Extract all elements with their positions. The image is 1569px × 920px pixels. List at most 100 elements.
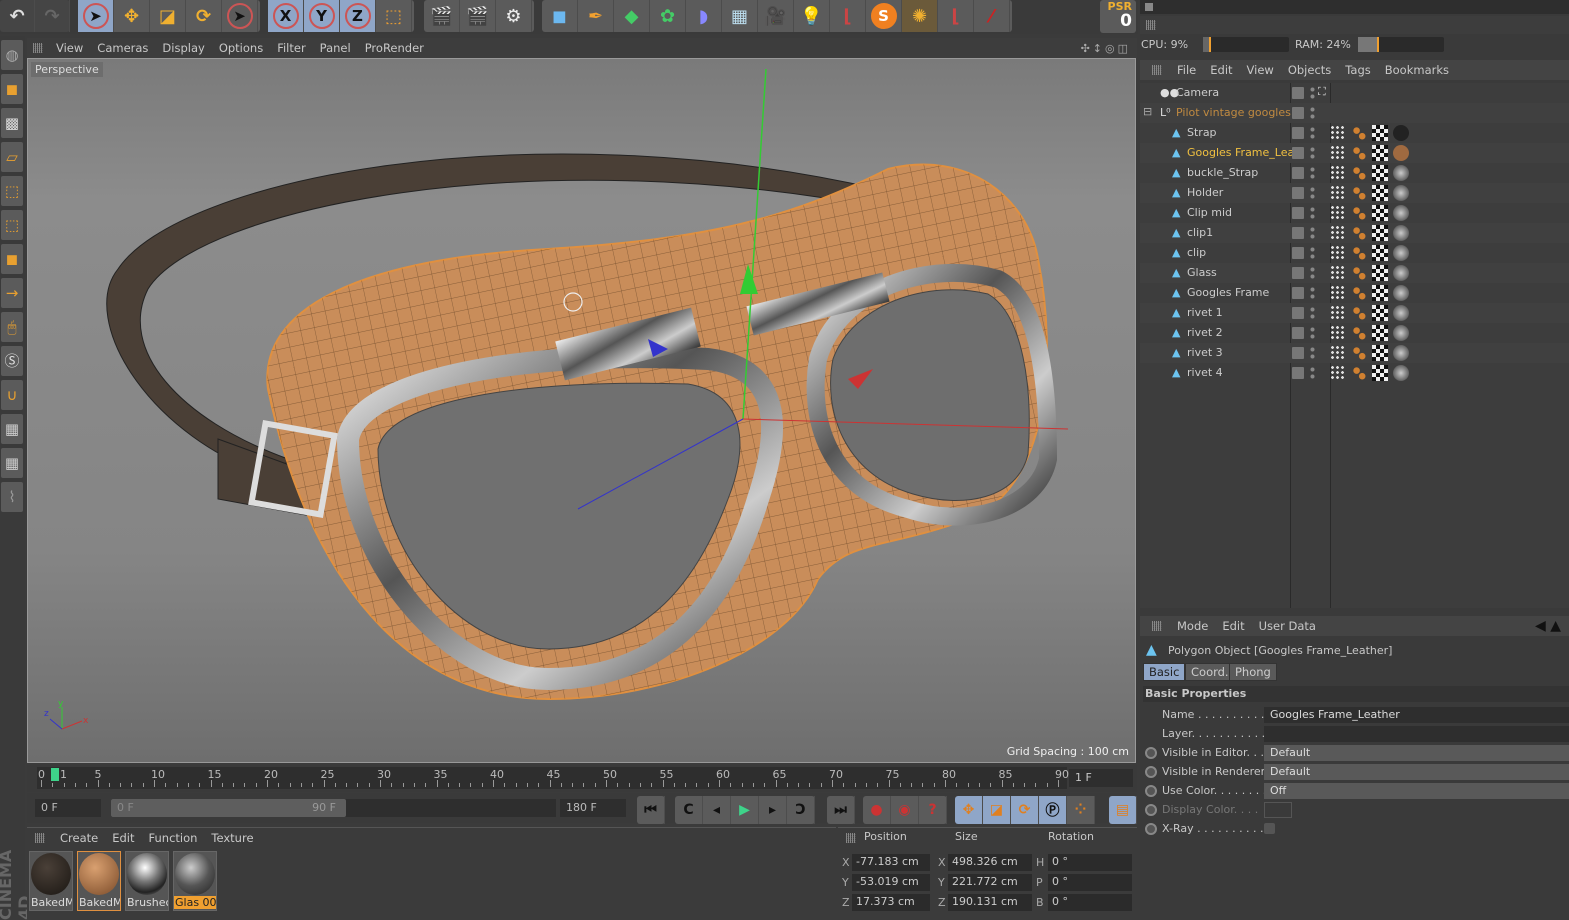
phong-tag-icon[interactable] (1330, 365, 1346, 381)
vertex-map-tag-icon[interactable] (1351, 305, 1367, 321)
camera-target-icon[interactable]: ⛶ (1318, 85, 1326, 99)
object-row[interactable]: ▲ Strap (1140, 123, 1569, 143)
x-axis-lock-button[interactable]: X (268, 0, 304, 32)
snap-icon[interactable]: Ⓢ (1, 346, 23, 376)
xpresso-2-icon[interactable]: ⌊ (938, 0, 974, 32)
position-key-button[interactable]: ✥ (955, 796, 983, 824)
object-row[interactable]: L⁰ ⊟ Pilot vintage googles (1140, 103, 1569, 123)
phong-tag-icon[interactable] (1330, 265, 1346, 281)
layer-visibility-icon[interactable] (1292, 287, 1304, 299)
current-frame-field[interactable]: 1 F (1069, 769, 1133, 787)
coord-size-field[interactable]: 221.772 cm (948, 874, 1032, 891)
uvw-tag-icon[interactable] (1372, 325, 1388, 341)
material-tag-icon[interactable] (1393, 165, 1409, 181)
layer-visibility-icon[interactable] (1292, 347, 1304, 359)
range-slider[interactable]: 0 F 90 F (111, 799, 556, 817)
vertex-map-tag-icon[interactable] (1351, 265, 1367, 281)
model-mode-icon[interactable]: ◼ (1, 74, 23, 104)
object-row[interactable]: ▲ clip (1140, 243, 1569, 263)
uvw-tag-icon[interactable] (1372, 305, 1388, 321)
layer-visibility-icon[interactable] (1292, 207, 1304, 219)
playhead[interactable] (51, 768, 59, 781)
material-tag-icon[interactable] (1393, 185, 1409, 201)
polygons-mode-icon[interactable]: ◼ (1, 244, 23, 274)
vertex-map-tag-icon[interactable] (1351, 185, 1367, 201)
material-swatch[interactable]: BakedM (77, 851, 121, 911)
editor-render-visibility-dots[interactable] (1310, 306, 1315, 320)
editor-render-visibility-dots[interactable] (1310, 366, 1315, 380)
property-value[interactable]: Default (1264, 745, 1569, 761)
object-row[interactable]: ▲ buckle_Strap (1140, 163, 1569, 183)
camera-icon[interactable]: 🎥 (758, 0, 794, 32)
layer-visibility-icon[interactable] (1292, 267, 1304, 279)
phong-tag-icon[interactable] (1330, 325, 1346, 341)
grid-lock-icon[interactable]: ▦ (1, 414, 23, 444)
menu-display[interactable]: Display (155, 41, 211, 55)
menu-options[interactable]: Options (212, 41, 270, 55)
tag-icon[interactable]: ⁄ (974, 0, 1010, 32)
texture-mode-icon[interactable]: ▩ (1, 108, 23, 138)
collapse-toggle[interactable]: ⊟ (1143, 105, 1152, 118)
deformer-icon[interactable]: ◗ (686, 0, 722, 32)
range-slider-handle[interactable]: 0 F 90 F (111, 799, 346, 817)
editor-render-visibility-dots[interactable] (1310, 86, 1315, 100)
object-row[interactable]: ▲ Googles Frame_Leat (1140, 143, 1569, 163)
uvw-tag-icon[interactable] (1372, 205, 1388, 221)
rotate-button[interactable]: ⟳ (186, 0, 222, 32)
material-tag-icon[interactable] (1393, 305, 1409, 321)
phong-tag-icon[interactable] (1330, 245, 1346, 261)
3d-viewport[interactable]: Perspective y x z Grid Spacing : 100 cm (27, 58, 1136, 763)
property-value[interactable]: Default (1264, 764, 1569, 780)
coord-pos-field[interactable]: -77.183 cm (852, 854, 930, 871)
phong-tag-icon[interactable] (1330, 185, 1346, 201)
viewport-nav-icons[interactable]: ✣↕◎◫ (1081, 42, 1131, 55)
object-row[interactable]: ▲ Clip mid (1140, 203, 1569, 223)
editor-render-visibility-dots[interactable] (1310, 266, 1315, 280)
navigation-arrows-icon[interactable]: ◀ ▲ (1535, 618, 1561, 634)
animation-radio[interactable] (1145, 747, 1157, 759)
vertex-map-tag-icon[interactable] (1351, 165, 1367, 181)
material-tag-icon[interactable] (1393, 365, 1409, 381)
phong-tag-icon[interactable] (1330, 125, 1346, 141)
vertex-map-tag-icon[interactable] (1351, 205, 1367, 221)
axis-mode-icon[interactable]: → (1, 278, 23, 308)
editor-render-visibility-dots[interactable] (1310, 286, 1315, 300)
material-tag-icon[interactable] (1393, 125, 1409, 141)
menu-edit[interactable]: Edit (1203, 63, 1239, 77)
uvw-tag-icon[interactable] (1372, 265, 1388, 281)
settings-sun-icon[interactable]: ✺ (902, 0, 938, 32)
phong-tag-icon[interactable] (1330, 145, 1346, 161)
material-tag-icon[interactable] (1393, 145, 1409, 161)
render-picture-viewer-button[interactable]: 🎬 (460, 0, 496, 32)
rotation-key-button[interactable]: ⟳ (1011, 796, 1039, 824)
uvw-tag-icon[interactable] (1372, 125, 1388, 141)
move-button[interactable]: ✥ (114, 0, 150, 32)
menu-user-data[interactable]: User Data (1252, 619, 1323, 633)
editor-render-visibility-dots[interactable] (1310, 166, 1315, 180)
uvw-tag-icon[interactable] (1372, 185, 1388, 201)
workplane-icon[interactable]: ▱ (1, 142, 23, 172)
material-tag-icon[interactable] (1393, 205, 1409, 221)
object-row[interactable]: ▲ clip1 (1140, 223, 1569, 243)
camera-label[interactable]: Perspective (31, 62, 103, 77)
editor-render-visibility-dots[interactable] (1310, 226, 1315, 240)
coord-size-field[interactable]: 190.131 cm (948, 894, 1032, 911)
vertex-map-tag-icon[interactable] (1351, 345, 1367, 361)
material-tag-icon[interactable] (1393, 345, 1409, 361)
object-row[interactable]: ●● Camera ⛶ (1140, 83, 1569, 103)
property-value[interactable] (1264, 802, 1292, 818)
material-tag-icon[interactable] (1393, 245, 1409, 261)
render-settings-button[interactable]: ⚙ (496, 0, 532, 32)
psr-button[interactable]: PSR 0 (1100, 0, 1136, 33)
play-button[interactable]: ▶ (731, 796, 759, 824)
editor-render-visibility-dots[interactable] (1310, 206, 1315, 220)
next-frame-button[interactable]: ▸ (759, 796, 787, 824)
material-tag-icon[interactable] (1393, 325, 1409, 341)
material-tag-icon[interactable] (1393, 225, 1409, 241)
editor-render-visibility-dots[interactable] (1310, 146, 1315, 160)
scale-button[interactable]: ◪ (150, 0, 186, 32)
editor-render-visibility-dots[interactable] (1310, 326, 1315, 340)
y-axis-lock-button[interactable]: Y (304, 0, 340, 32)
vertex-map-tag-icon[interactable] (1351, 245, 1367, 261)
material-swatch[interactable]: BakedM (29, 851, 73, 911)
